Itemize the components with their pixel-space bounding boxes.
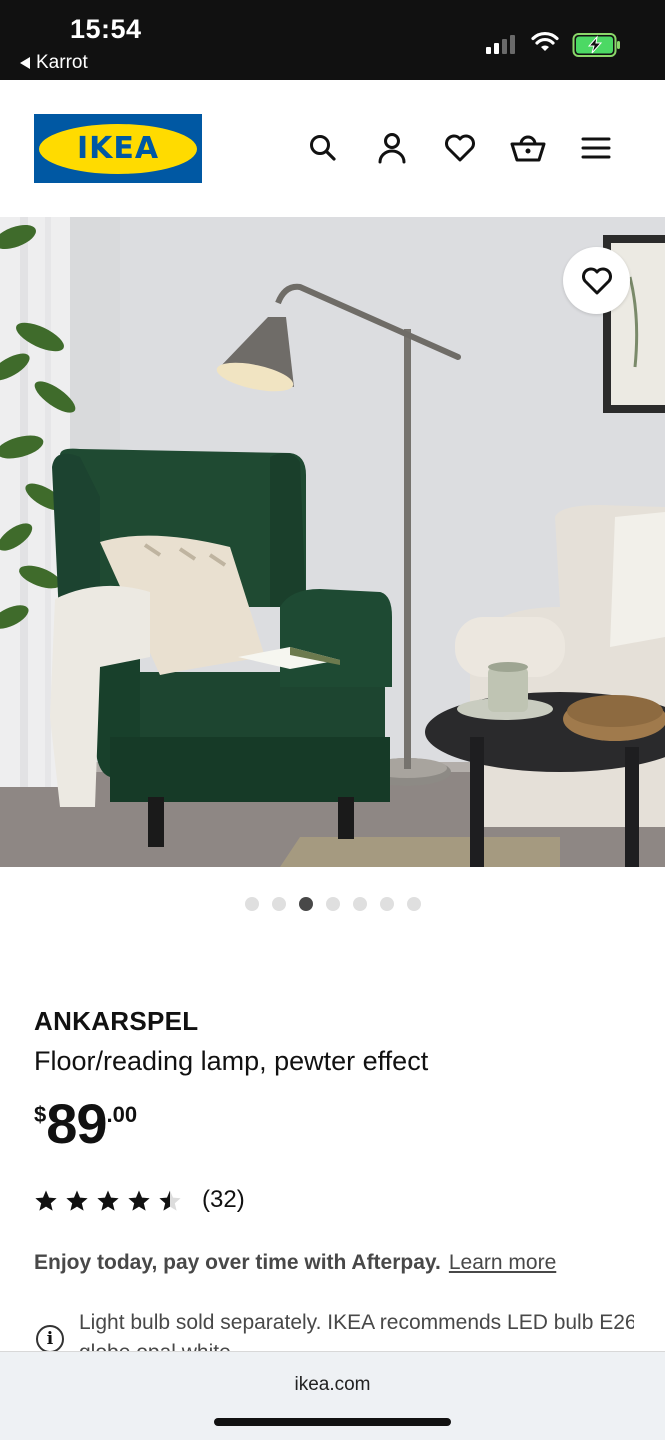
carousel-dot[interactable] [352,897,367,911]
menu-icon[interactable] [578,130,614,166]
search-icon[interactable] [305,130,341,166]
battery-charging-icon [572,33,620,57]
back-arrow-icon [20,57,30,69]
bulb-info: i Light bulb sold separately. IKEA recom… [34,1308,634,1352]
logo-text: IKEA [76,131,160,166]
site-header: IKEA [0,80,665,217]
product-rating[interactable]: (32) [34,1186,245,1214]
favorite-button[interactable] [563,247,630,314]
price-integer: 89 [46,1092,107,1155]
heart-icon [581,267,612,294]
carousel-dots [0,897,665,911]
ikea-logo[interactable]: IKEA [34,114,202,183]
cellular-signal-icon [486,34,515,54]
afterpay-banner: Enjoy today, pay over time with Afterpay… [34,1251,556,1275]
star-icon [159,1190,181,1211]
back-app-label: Karrot [36,52,88,73]
back-to-app-link[interactable]: Karrot [20,52,88,74]
home-indicator[interactable] [214,1418,451,1426]
carousel-dot[interactable] [271,897,286,911]
carousel-dot[interactable] [325,897,340,911]
afterpay-text: Enjoy today, pay over time with Afterpay… [34,1251,441,1274]
carousel-dot[interactable] [379,897,394,911]
account-icon[interactable] [374,130,410,166]
product-description: Floor/reading lamp, pewter effect [34,1046,429,1076]
star-icon [128,1190,150,1211]
wifi-icon [531,31,559,51]
product-name: ANKARSPEL [34,1006,199,1036]
price-decimal: .00 [106,1102,138,1127]
star-icon [97,1190,119,1211]
url-field[interactable]: ikea.com [0,1374,665,1396]
rating-stars [34,1189,182,1212]
cart-icon[interactable] [510,130,546,166]
carousel-dot[interactable] [406,897,421,911]
info-icon: i [36,1325,64,1352]
logo-oval: IKEA [39,123,197,174]
product-image[interactable] [0,217,665,867]
review-count: (32) [202,1186,245,1213]
status-time: 15:54 [70,14,142,44]
product-price: $ 89 .00 [34,1094,137,1154]
star-icon [66,1190,88,1211]
heart-icon[interactable] [442,130,478,166]
price-currency: $ [34,1102,47,1127]
learn-more-link[interactable]: Learn more [449,1251,556,1274]
carousel-dot[interactable] [244,897,259,911]
product-photo [0,217,665,867]
product-page: 15:54 Karrot IKEA ANKARSPEL Floor/readin… [0,0,665,1440]
browser-bar: ikea.com [0,1351,665,1440]
star-icon [35,1190,57,1211]
carousel-dot[interactable] [298,897,313,911]
bulb-info-text: Light bulb sold separately. IKEA recomme… [79,1311,634,1352]
status-bar: 15:54 Karrot [0,0,665,80]
